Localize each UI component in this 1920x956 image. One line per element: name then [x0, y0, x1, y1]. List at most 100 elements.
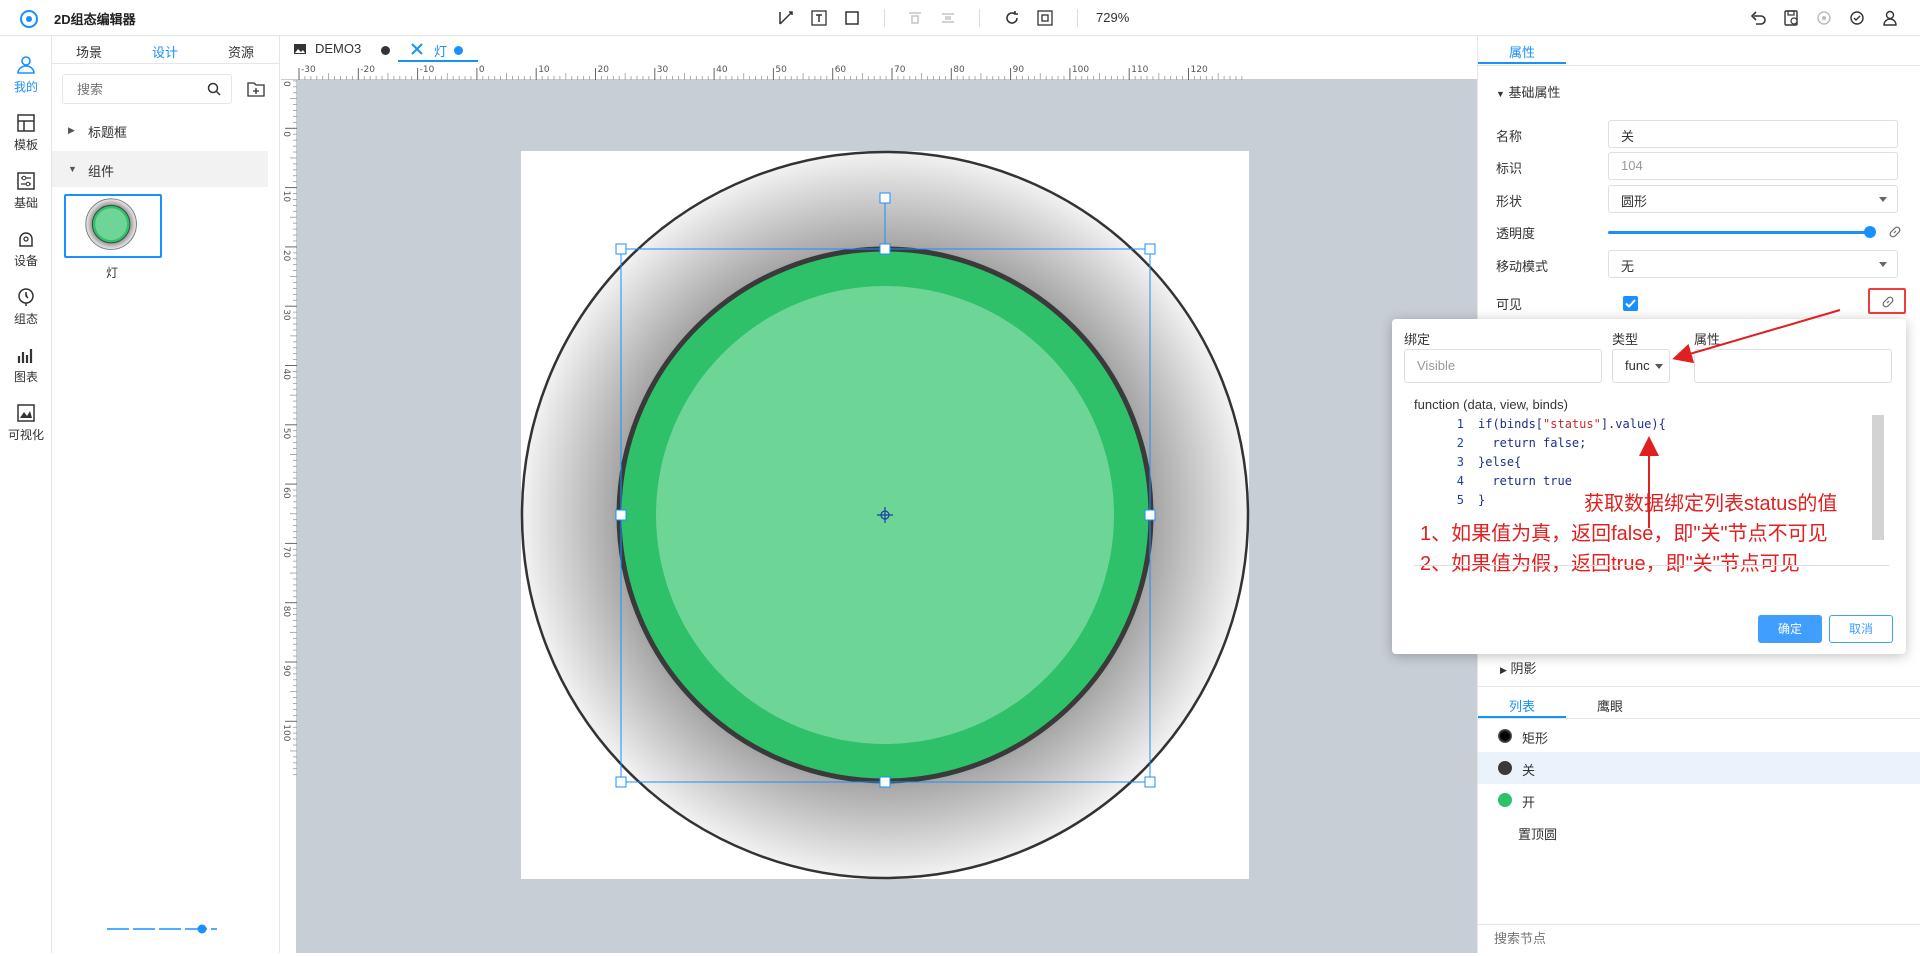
tab-scene[interactable]: 场景: [76, 42, 102, 61]
link-icon[interactable]: [1888, 225, 1902, 239]
scrollbar-thumb[interactable]: [1872, 415, 1884, 540]
line-number: 2: [1456, 436, 1464, 450]
tab-label: DEMO3: [315, 41, 362, 56]
node-item-rect[interactable]: 矩形: [1478, 720, 1920, 752]
visible-checkbox[interactable]: [1623, 296, 1638, 311]
line-tool-icon[interactable]: [776, 8, 796, 28]
nav-item-mine[interactable]: 我的: [0, 46, 52, 104]
ruler-label: 20: [598, 65, 610, 75]
undo-icon[interactable]: [1748, 8, 1768, 28]
nav-item-visualize[interactable]: 可视化: [0, 394, 52, 452]
tab-demo3[interactable]: DEMO3: [293, 36, 393, 62]
tab-eagle-eye[interactable]: 鹰眼: [1566, 690, 1654, 718]
section-basic-properties[interactable]: ▼ 基础属性: [1496, 82, 1561, 101]
app-logo-icon: [20, 10, 38, 28]
tab-lamp[interactable]: 灯: [398, 36, 478, 62]
nav-item-config[interactable]: 组态: [0, 278, 52, 336]
resize-handle-ne[interactable]: [1144, 243, 1156, 255]
ruler-label: -10: [281, 80, 291, 87]
ruler-label: -30: [301, 65, 316, 75]
save-icon[interactable]: [1781, 8, 1801, 28]
line-number: 5: [1456, 493, 1464, 507]
id-field[interactable]: 104: [1608, 152, 1898, 180]
app-title: 2D组态编辑器: [54, 12, 136, 27]
line-number: 3: [1456, 455, 1464, 469]
preview-icon[interactable]: [1814, 8, 1834, 28]
nav-item-label: 基础: [13, 196, 38, 210]
nav-item-basic[interactable]: 基础: [0, 162, 52, 220]
thumbnail-size-slider[interactable]: [107, 924, 227, 934]
visible-bind-button[interactable]: [1868, 288, 1906, 314]
code-line: 3 }else{: [1414, 453, 1874, 472]
resize-handle-sw[interactable]: [615, 776, 627, 788]
attr-field[interactable]: [1694, 349, 1892, 383]
code-text: if(binds["status"].value){: [1478, 417, 1666, 431]
tab-node-list[interactable]: 列表: [1478, 690, 1566, 718]
cancel-button[interactable]: 取消: [1829, 615, 1893, 643]
tree-item-components[interactable]: ▼ 组件: [52, 151, 268, 187]
align-top-icon[interactable]: [905, 8, 925, 28]
ruler-label: 30: [657, 65, 669, 75]
resize-handle-e[interactable]: [1144, 509, 1156, 521]
code-text: }: [1478, 493, 1486, 507]
text-tool-icon[interactable]: [809, 8, 829, 28]
name-field[interactable]: 关: [1608, 120, 1898, 148]
confirm-button[interactable]: 确定: [1758, 615, 1822, 643]
node-item-top-circle[interactable]: 置顶圆: [1478, 816, 1920, 848]
component-thumbnail-lamp[interactable]: [64, 194, 162, 258]
nav-item-device[interactable]: 设备: [0, 220, 52, 278]
publish-icon[interactable]: [1847, 8, 1867, 28]
node-item-off[interactable]: 关: [1478, 752, 1920, 784]
opacity-slider-thumb[interactable]: [1864, 226, 1876, 238]
toolbar-divider: [979, 9, 980, 27]
resize-handle-w[interactable]: [615, 509, 627, 521]
add-folder-icon[interactable]: [246, 80, 266, 98]
opacity-label: 透明度: [1496, 226, 1536, 241]
chart-icon: [17, 349, 33, 363]
ruler-label: 50: [281, 428, 291, 440]
shape-select[interactable]: 圆形: [1608, 185, 1898, 213]
user-account-icon[interactable]: [1880, 8, 1900, 28]
node-item-on[interactable]: 开: [1478, 784, 1920, 816]
component-label: 灯: [106, 266, 119, 280]
user-icon: [17, 56, 35, 74]
align-middle-icon[interactable]: [938, 8, 958, 28]
ruler-label: 100: [1072, 65, 1089, 75]
function-signature: function (data, view, binds): [1414, 397, 1568, 412]
code-scrollbar[interactable]: [1872, 415, 1884, 540]
opacity-slider-track[interactable]: [1608, 231, 1870, 234]
bind-field[interactable]: Visible: [1404, 349, 1602, 383]
unsaved-dot: [454, 46, 463, 55]
image-icon: [294, 44, 306, 54]
fit-view-icon[interactable]: [1035, 8, 1055, 28]
nav-item-template[interactable]: 模板: [0, 104, 52, 162]
resize-handle-n[interactable]: [879, 243, 891, 255]
nav-item-chart[interactable]: 图表: [0, 336, 52, 394]
ruler-label: 30: [281, 309, 291, 321]
refresh-icon[interactable]: [1002, 8, 1022, 28]
tab-design[interactable]: 设计: [152, 42, 178, 61]
sliders-icon: [17, 172, 35, 190]
type-select[interactable]: func: [1612, 349, 1670, 383]
zoom-level[interactable]: 729%: [1096, 10, 1129, 25]
section-shadow[interactable]: ▶ 阴影: [1500, 658, 1537, 677]
node-search-input[interactable]: [1478, 925, 1778, 951]
resize-handle-se[interactable]: [1144, 776, 1156, 788]
search-input[interactable]: [63, 75, 193, 103]
node-dot-icon: [1498, 761, 1512, 775]
tab-resource[interactable]: 资源: [228, 42, 254, 61]
rect-tool-icon[interactable]: [842, 8, 862, 28]
move-mode-select[interactable]: 无: [1608, 250, 1898, 278]
ruler-vertical: -10 0 10 20 30 40 50 60 70 80 90 100: [281, 68, 297, 953]
type-label: 类型: [1612, 332, 1639, 347]
node-label: 置顶圆: [1518, 827, 1558, 842]
tab-properties[interactable]: 属性: [1478, 36, 1566, 64]
id-label: 标识: [1496, 161, 1523, 176]
tree-item-title-box[interactable]: ▶ 标题框: [52, 112, 268, 148]
editor-canvas[interactable]: [297, 80, 1477, 953]
rotation-handle[interactable]: [879, 192, 891, 204]
search-icon[interactable]: [207, 82, 221, 96]
resize-handle-nw[interactable]: [615, 243, 627, 255]
resize-handle-s[interactable]: [879, 776, 891, 788]
nav-item-label: 设备: [13, 254, 38, 268]
